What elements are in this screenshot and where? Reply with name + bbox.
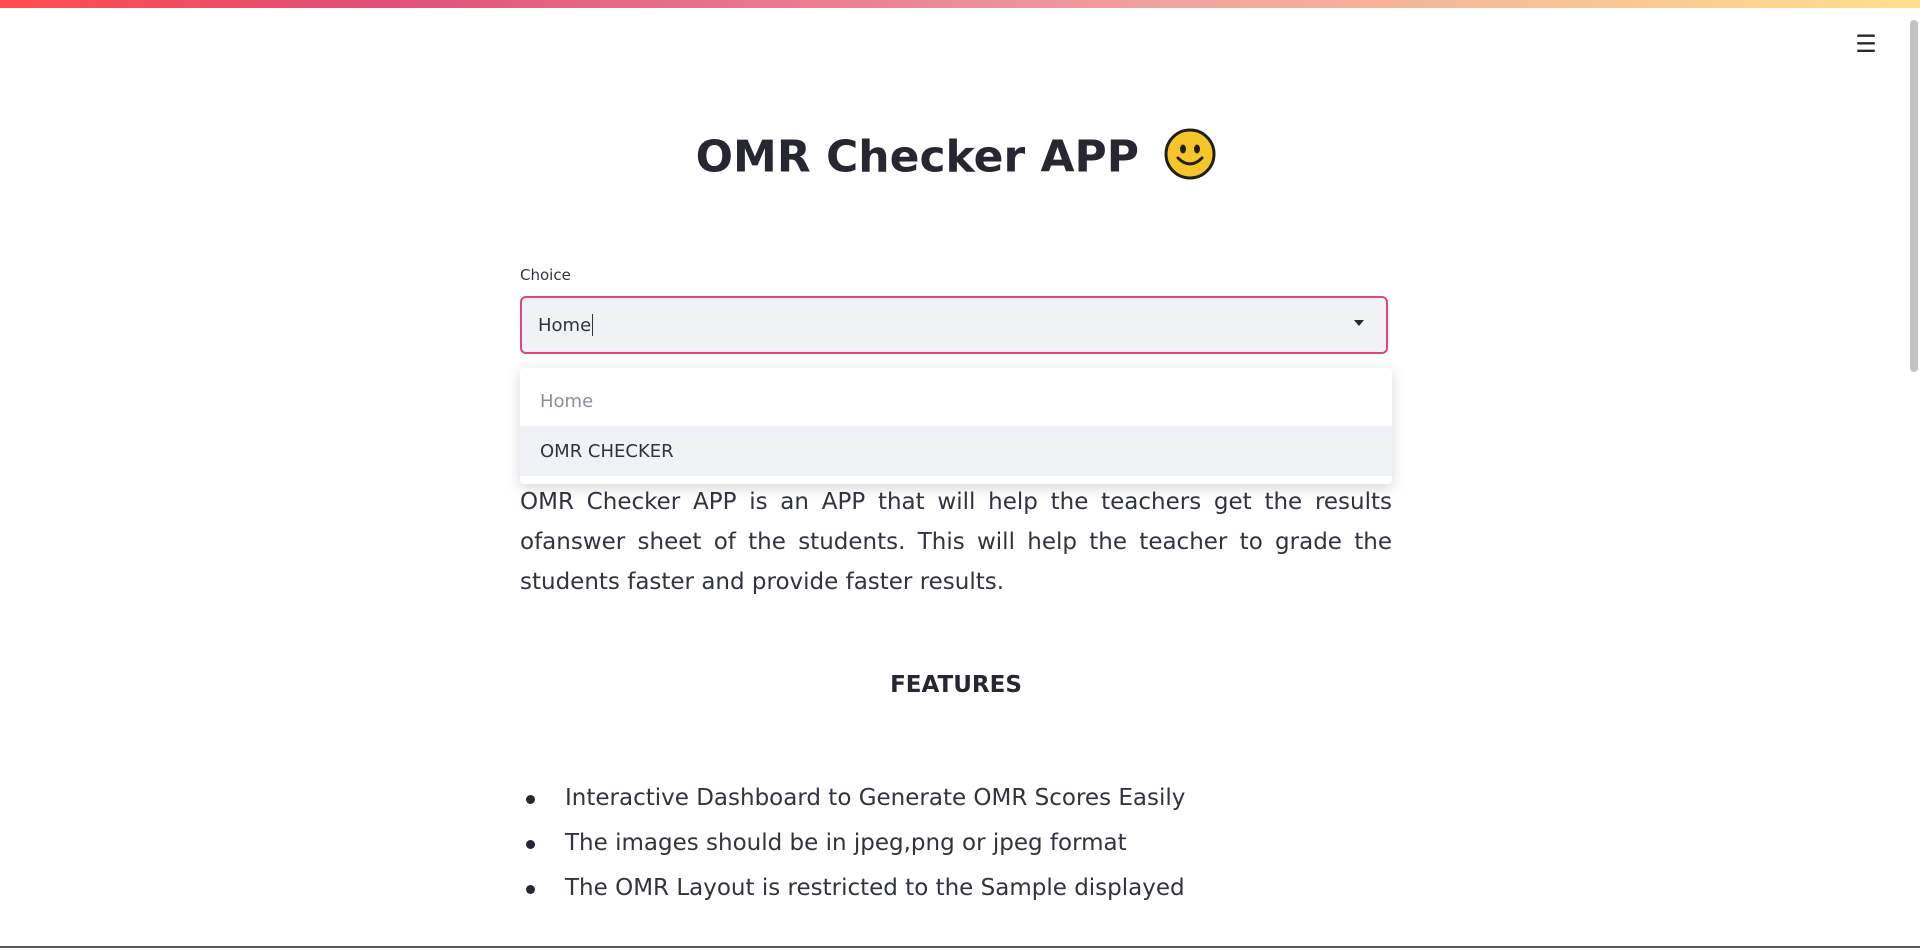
feature-text: Interactive Dashboard to Generate OMR Sc…	[565, 785, 1186, 811]
hamburger-icon: ☰	[1855, 30, 1877, 58]
top-decoration-bar	[0, 0, 1920, 8]
text-cursor	[592, 314, 594, 336]
page-title: OMR Checker APP	[520, 128, 1392, 191]
choice-select-value[interactable]: Home	[538, 315, 591, 336]
features-heading: FEATURES	[890, 672, 1022, 698]
choice-label: Choice	[520, 266, 571, 284]
bullet-icon	[526, 795, 535, 804]
smiley-face-icon	[1164, 128, 1216, 191]
list-item: The OMR Layout is restricted to the Samp…	[520, 866, 1392, 911]
feature-text: The images should be in jpeg,png or jpeg…	[565, 830, 1127, 856]
list-item: The images should be in jpeg,png or jpeg…	[520, 821, 1392, 866]
bullet-icon	[526, 885, 535, 894]
app-description: OMR Checker APP is an APP that will help…	[520, 489, 1392, 595]
dropdown-option-home[interactable]: Home	[520, 376, 1392, 426]
bullet-icon	[526, 840, 535, 849]
choice-select[interactable]: Home	[520, 296, 1388, 354]
caret-down-icon[interactable]	[1354, 320, 1364, 326]
scrollbar-thumb[interactable]	[1910, 20, 1918, 372]
list-item: Interactive Dashboard to Generate OMR Sc…	[520, 776, 1392, 821]
choice-dropdown-menu: Home OMR CHECKER	[520, 368, 1392, 484]
feature-list: Interactive Dashboard to Generate OMR Sc…	[520, 776, 1392, 911]
scrollbar-track[interactable]	[1908, 8, 1920, 948]
feature-text: The OMR Layout is restricted to the Samp…	[565, 875, 1185, 901]
dropdown-option-omr-checker[interactable]: OMR CHECKER	[520, 426, 1392, 476]
page-title-text: OMR Checker APP	[695, 131, 1140, 183]
main-menu-button[interactable]: ☰	[1850, 28, 1882, 60]
